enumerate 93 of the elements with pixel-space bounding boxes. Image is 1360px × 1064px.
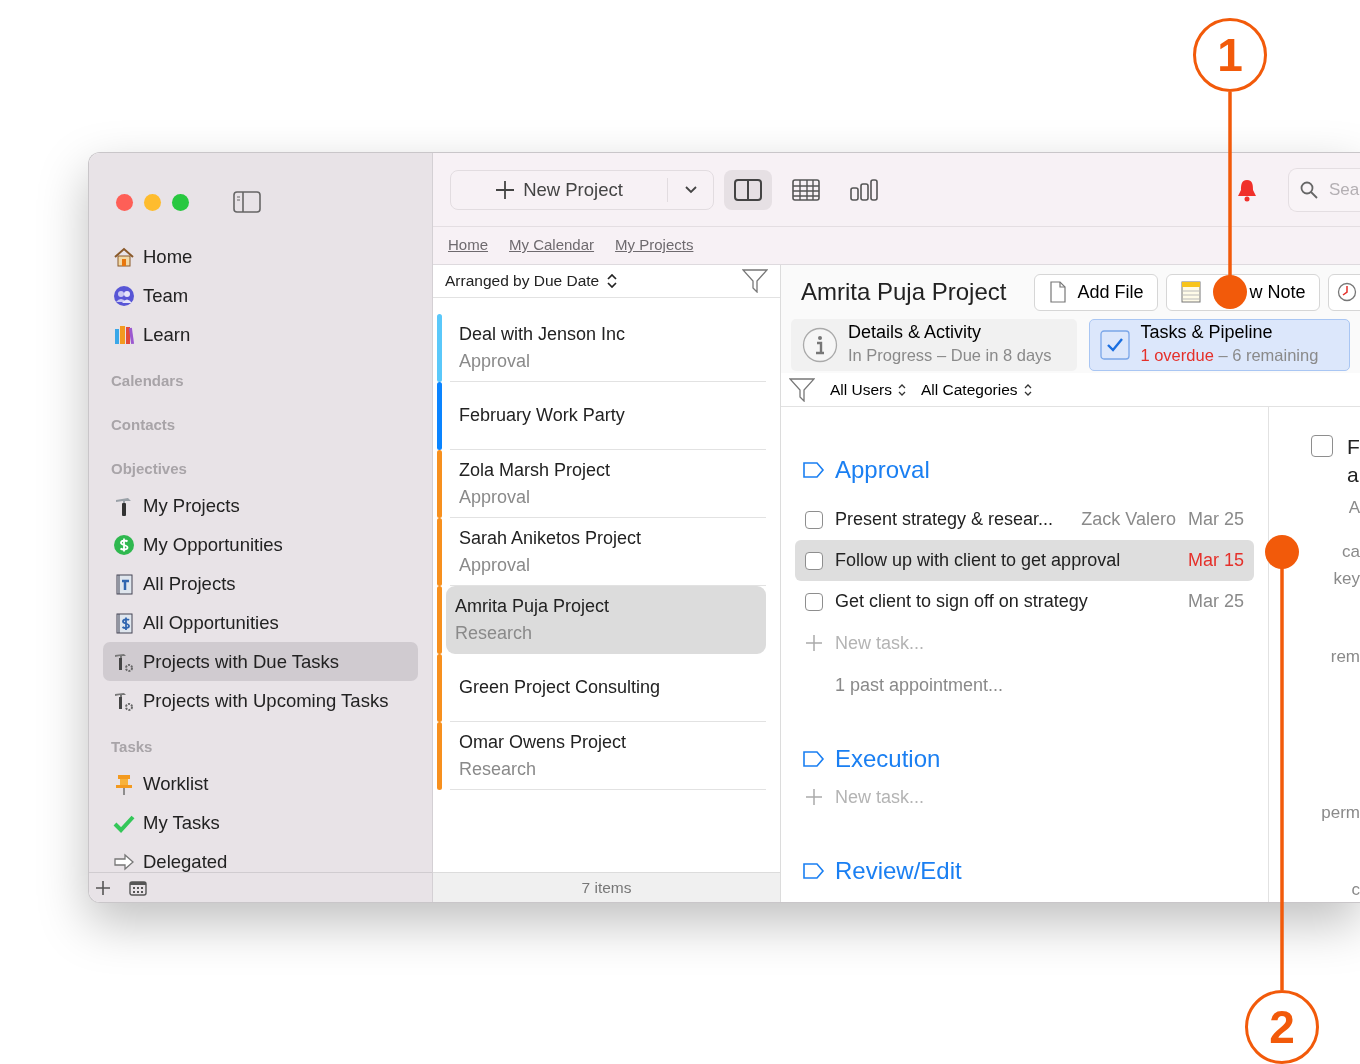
tag-icon	[803, 462, 825, 478]
clock-button[interactable]	[1328, 273, 1360, 311]
checkbox[interactable]	[805, 592, 823, 611]
note-icon	[1181, 281, 1202, 303]
section-heading: Contacts	[110, 414, 177, 435]
task-title: a	[1347, 462, 1360, 488]
detail-text: ca	[1342, 541, 1360, 563]
tag-icon	[803, 751, 825, 767]
due-date: Mar 15	[1187, 549, 1244, 572]
sidebar-item[interactable]: All Opportunities	[103, 603, 418, 642]
filter-dropdown[interactable]: All Users	[830, 377, 906, 402]
tab[interactable]: Tasks & Pipeline 1 overdue – 6 remaining	[1089, 319, 1350, 371]
task-title: F	[1347, 434, 1360, 460]
project-item[interactable]: Deal with Jenson Inc Approval	[450, 314, 766, 382]
checkbox[interactable]	[805, 551, 823, 570]
plus-icon	[805, 788, 823, 806]
assignee-label: Zack Valero	[1081, 508, 1176, 531]
task-row[interactable]: Present strategy & resear... Zack Valero Mar 25	[795, 499, 1254, 540]
project-title: Amrita Puja Project	[801, 277, 1007, 307]
stage-heading: Execution	[835, 744, 941, 774]
search-field[interactable]: Sea	[1288, 167, 1360, 212]
info-icon	[802, 327, 838, 363]
filter-icon[interactable]	[789, 377, 815, 402]
checkbox[interactable]	[805, 510, 823, 529]
split-view-icon	[734, 178, 762, 201]
sidebar-item[interactable]: Delegated	[103, 842, 418, 872]
past-appointments-link[interactable]: 1 past appointment...	[795, 664, 1254, 706]
caret-icon	[684, 185, 697, 194]
sidebar-item[interactable]: Team	[103, 276, 418, 315]
section-heading: Calendars	[110, 370, 185, 391]
notebook-icon	[113, 611, 135, 634]
stage-heading: Review/Edit	[835, 856, 962, 886]
bell-icon[interactable]	[1236, 177, 1258, 202]
checkbox-icon	[1100, 330, 1131, 360]
item-count: 7 items	[433, 872, 780, 902]
sidebar-item[interactable]: My Tasks	[103, 803, 418, 842]
sidebar-item[interactable]: All Projects	[103, 564, 418, 603]
columns-icon	[850, 178, 878, 201]
search-icon	[1300, 180, 1318, 199]
due-date: Mar 25	[1187, 508, 1244, 531]
breadcrumb-link[interactable]: Home	[448, 234, 488, 257]
project-item[interactable]: Amrita Puja Project Research	[446, 586, 766, 654]
project-item[interactable]: February Work Party	[450, 382, 766, 450]
filter-dropdown[interactable]: All Categories	[921, 377, 1032, 402]
sidebar-item[interactable]: Projects with Due Tasks	[103, 642, 418, 681]
task-row[interactable]: Follow up with client to get approval Mar 15	[795, 540, 1254, 581]
tab[interactable]: Details & Activity In Progress – Due in 8 days	[791, 319, 1078, 371]
detail-text: A	[1348, 497, 1360, 519]
chevrons-icon	[607, 274, 618, 288]
chevrons-icon	[898, 383, 906, 396]
project-item[interactable]: Zola Marsh Project Approval	[450, 450, 766, 518]
section-heading: Tasks	[110, 736, 154, 757]
pushpin-icon	[113, 772, 135, 795]
checkbox[interactable]	[1311, 435, 1333, 457]
notebook-icon	[113, 572, 135, 595]
sort-selector[interactable]: Arranged by Due Date	[445, 269, 600, 293]
project-item[interactable]: Omar Owens Project Research	[450, 722, 766, 790]
breadcrumb-link[interactable]: My Projects	[615, 234, 694, 257]
tag-icon	[803, 863, 825, 879]
callout-number: 2	[1245, 990, 1319, 1064]
sidebar-item[interactable]: Home	[103, 237, 418, 276]
task-row[interactable]: Get client to sign off on strategy Mar 25	[795, 581, 1254, 622]
clock-icon	[1337, 282, 1358, 302]
detail-text: key	[1333, 568, 1360, 590]
sidebar-item[interactable]: Projects with Upcoming Tasks	[103, 681, 418, 720]
breadcrumb-link[interactable]: My Calendar	[509, 234, 595, 257]
project-item[interactable]: Green Project Consulting	[450, 654, 766, 722]
sidebar-item[interactable]: My Opportunities	[103, 525, 418, 564]
view-button[interactable]	[724, 169, 772, 210]
books-icon	[113, 323, 135, 346]
sidebar-toggle-icon[interactable]	[233, 191, 261, 213]
detail-text: perm	[1321, 802, 1360, 824]
filter-icon[interactable]	[742, 269, 768, 293]
plus-icon	[805, 634, 823, 652]
calendar-icon[interactable]	[129, 879, 147, 896]
detail-text: rem	[1330, 646, 1360, 668]
stage-heading: Approval	[835, 455, 930, 485]
table-icon	[792, 178, 820, 201]
close-button[interactable]	[116, 193, 133, 211]
dollar-icon	[113, 533, 135, 556]
callout-number: 1	[1193, 18, 1267, 92]
due-date: Mar 25	[1187, 590, 1244, 613]
house-icon	[113, 245, 135, 268]
sidebar-item[interactable]: My Projects	[103, 486, 418, 525]
sidebar-item[interactable]: Worklist	[103, 764, 418, 803]
people-icon	[113, 284, 135, 307]
chevrons-icon	[1023, 383, 1032, 396]
sidebar-item[interactable]: Learn	[103, 315, 418, 354]
add-file-button[interactable]: Add File	[1034, 273, 1159, 311]
plus-icon	[495, 179, 516, 200]
detail-text: c	[1351, 879, 1360, 901]
add-icon[interactable]	[95, 879, 111, 896]
section-heading: Objectives	[110, 458, 188, 479]
